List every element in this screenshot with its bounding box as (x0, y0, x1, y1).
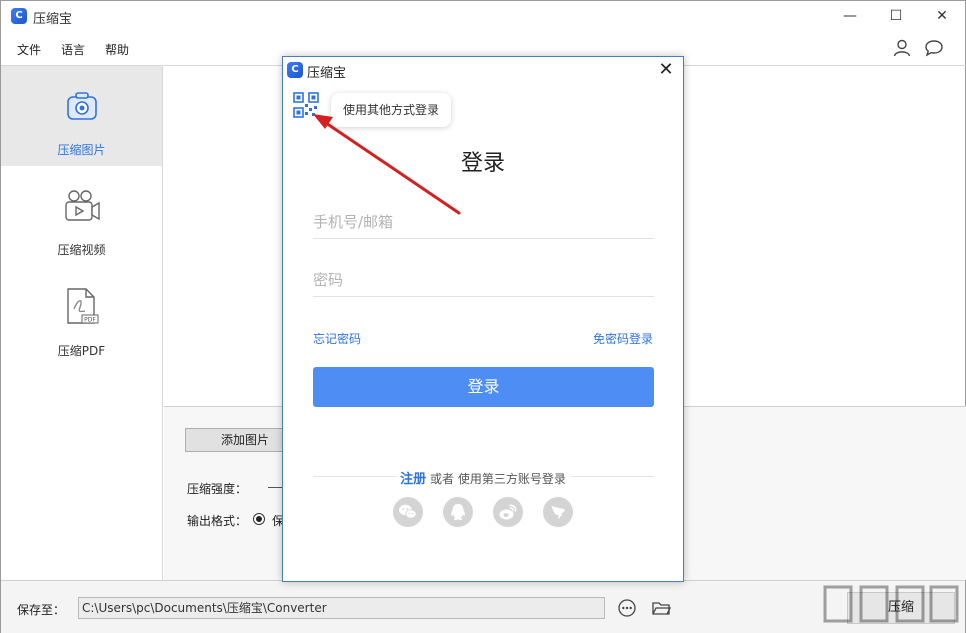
qr-code-icon[interactable] (293, 92, 319, 118)
register-link[interactable]: 注册 (400, 472, 426, 487)
compress-button[interactable]: 压缩 (847, 592, 955, 624)
sidebar-item-label: 压缩视频 (57, 243, 106, 257)
phone-email-input[interactable] (313, 207, 654, 237)
weibo-icon (499, 504, 517, 520)
camera-icon (67, 92, 97, 120)
qq-login-button[interactable] (443, 497, 473, 527)
dingtalk-icon (551, 506, 565, 520)
phone-email-field[interactable] (313, 207, 654, 239)
login-button[interactable]: 登录 (313, 367, 654, 407)
login-heading: 登录 (460, 151, 505, 176)
sidebar-item-compress-image[interactable]: 压缩图片 (1, 66, 162, 166)
login-method-tooltip: 使用其他方式登录 (331, 93, 451, 127)
menu-file[interactable]: 文件 (17, 41, 41, 58)
strength-label: 压缩强度： (187, 482, 248, 496)
minimize-button[interactable]: — (827, 1, 873, 31)
video-camera-icon (65, 190, 100, 221)
menu-help[interactable]: 帮助 (105, 41, 129, 58)
title-bar: C 压缩宝 — ☐ ✕ (1, 1, 965, 32)
third-party-login-text: 注册 或者 使用第三方账号登录 (283, 468, 683, 487)
dialog-logo-icon: C (287, 62, 303, 78)
sidebar-item-compress-video[interactable]: 压缩视频 (1, 167, 162, 267)
dingtalk-login-button[interactable] (543, 497, 573, 527)
password-input[interactable] (313, 265, 654, 295)
sidebar-item-label: 压缩图片 (57, 143, 106, 157)
sidebar-item-compress-pdf[interactable]: PDF 压缩PDF (1, 267, 162, 367)
dialog-close-button[interactable]: ✕ (655, 59, 677, 81)
login-dialog: C 压缩宝 ✕ 使用其他方式登录 登录 忘记密码 免密码登录 登录 注册 或者 … (282, 56, 684, 582)
format-label: 输出格式： (187, 514, 248, 528)
dialog-title: 压缩宝 (307, 66, 347, 81)
wechat-login-button[interactable] (393, 497, 423, 527)
chat-icon[interactable] (924, 38, 944, 58)
save-to-label: 保存至： (17, 603, 66, 617)
app-title: 压缩宝 (33, 12, 73, 27)
third-party-label: 或者 使用第三方账号登录 (426, 472, 566, 486)
user-icon[interactable] (892, 38, 912, 58)
forgot-password-link[interactable]: 忘记密码 (313, 330, 361, 347)
close-window-button[interactable]: ✕ (919, 1, 965, 31)
svg-text:PDF: PDF (84, 316, 96, 323)
sidebar: 压缩图片 压缩视频 PDF 压缩PDF (1, 65, 163, 580)
pdf-file-icon: PDF (67, 288, 99, 324)
passwordless-login-link[interactable]: 免密码登录 (593, 330, 653, 347)
app-logo-icon: C (11, 8, 27, 24)
maximize-button[interactable]: ☐ (873, 1, 919, 31)
qq-icon (451, 504, 465, 520)
footer-bar: 保存至： C:\Users\pc\Documents\压缩宝\Converter… (1, 580, 965, 633)
menu-language[interactable]: 语言 (61, 41, 85, 58)
save-path-field[interactable]: C:\Users\pc\Documents\压缩宝\Converter (78, 597, 605, 619)
folder-icon[interactable] (651, 598, 671, 618)
format-radio[interactable] (253, 513, 265, 525)
password-field[interactable] (313, 265, 654, 297)
wechat-icon (399, 504, 417, 519)
weibo-login-button[interactable] (493, 497, 523, 527)
sidebar-item-label: 压缩PDF (57, 344, 106, 358)
more-icon[interactable] (617, 598, 637, 618)
